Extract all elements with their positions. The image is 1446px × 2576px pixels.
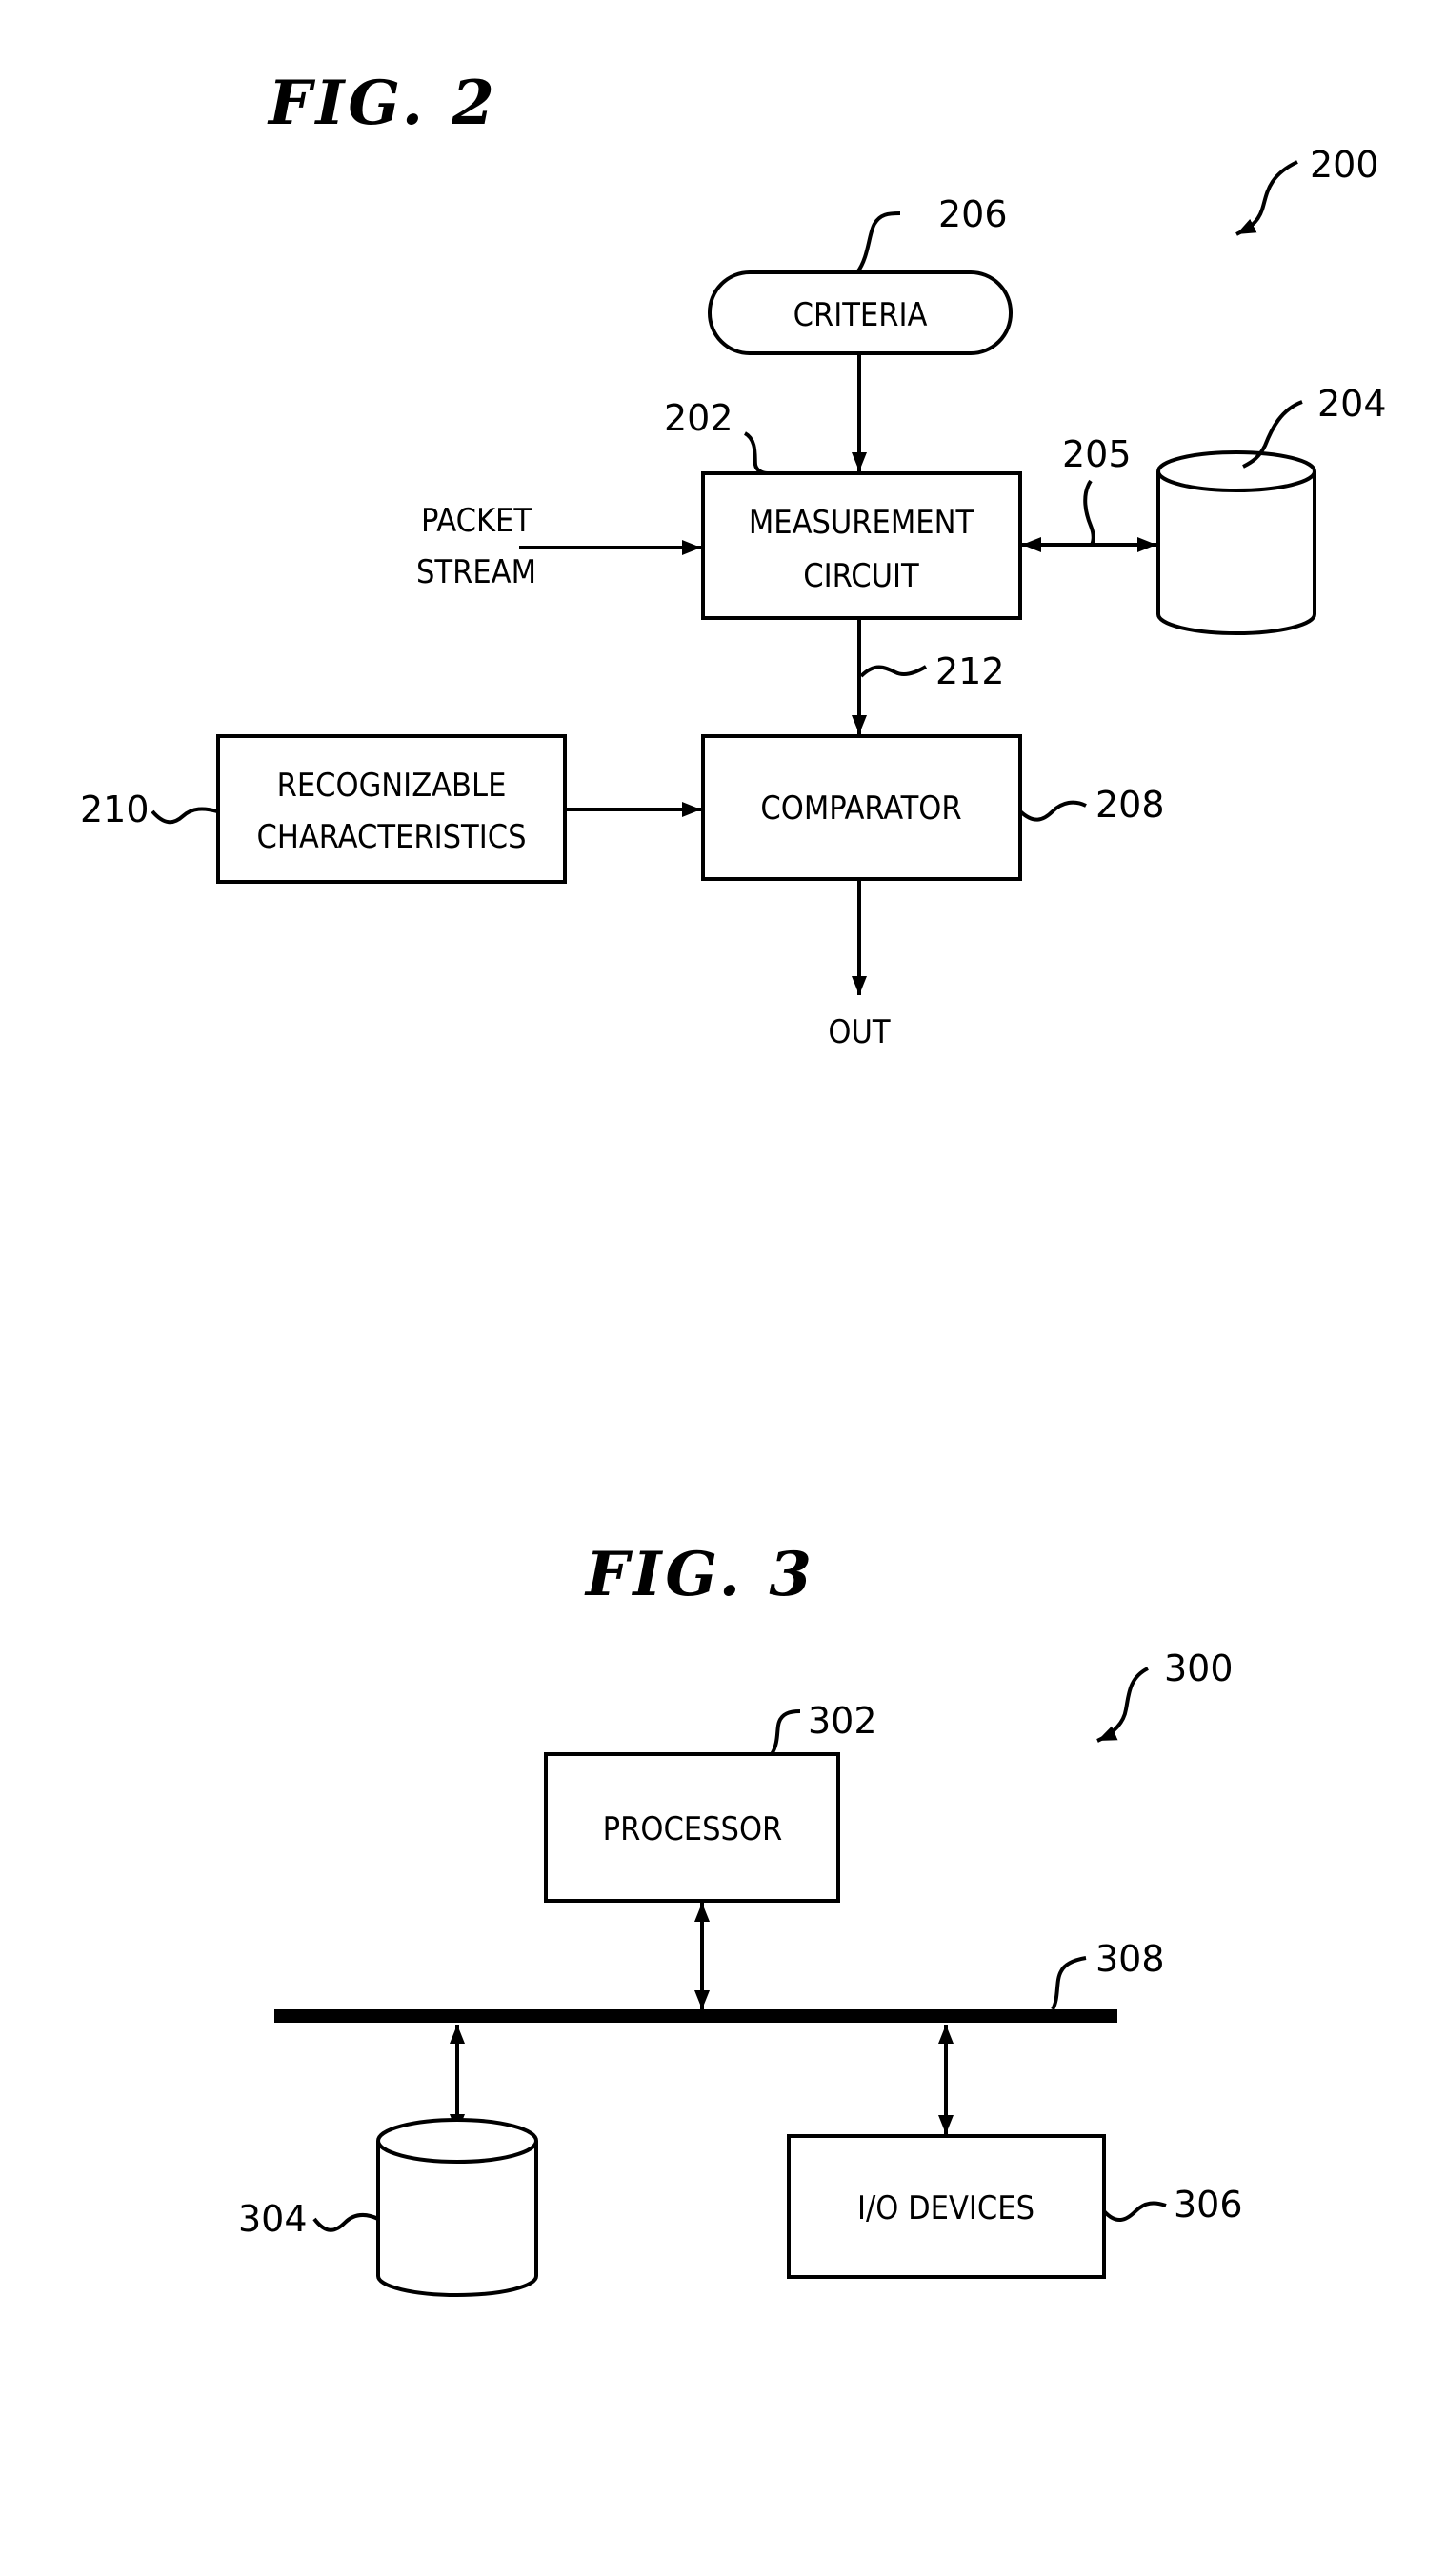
measurement-circuit-node [701, 471, 1022, 620]
packet-stream-line1: PACKET [421, 502, 532, 540]
comparator-ref-leader [1018, 800, 1087, 822]
measurement-ref-leader [743, 431, 769, 475]
figure-2-title: FIG. 2 [267, 68, 498, 139]
io-devices-ref-leader [1102, 2201, 1167, 2222]
recognizable-label-line1: RECOGNIZABLE [277, 767, 507, 805]
figure-3-title: FIG. 3 [584, 1539, 815, 1610]
processor-label: PROCESSOR [603, 1810, 783, 1848]
recognizable-ref-label: 210 [80, 789, 150, 830]
recognizable-label-line2: CHARACTERISTICS [256, 818, 526, 856]
link-212-ref-leader [859, 665, 928, 678]
figure-2: FIG. 2 200 CRITERIA 206 MEASUREMENT CIRC… [80, 68, 1387, 1051]
storage-304-ref-label: 304 [238, 2198, 308, 2240]
bus-ref-leader [1051, 1956, 1087, 2011]
bus-ref-label: 308 [1095, 1938, 1165, 1980]
storage-cylinder-304 [376, 2118, 538, 2297]
link-205-ref-label: 205 [1062, 433, 1132, 475]
measurement-ref-label: 202 [664, 397, 733, 439]
packet-stream-line2: STREAM [416, 553, 536, 591]
figure-3-reference-label: 300 [1164, 1647, 1234, 1689]
criteria-ref-leader [855, 211, 901, 274]
measurement-label-line1: MEASUREMENT [749, 504, 974, 542]
comparator-ref-label: 208 [1095, 784, 1165, 826]
figure-2-reference-label: 200 [1310, 144, 1379, 186]
storage-ref-label: 204 [1317, 383, 1387, 425]
figure-2-reference-leader [1235, 160, 1298, 236]
figure-3-reference-leader [1096, 1667, 1149, 1743]
figure-3: FIG. 3 300 PROCESSOR 302 308 304 I/O DEV… [238, 1539, 1243, 2297]
system-bus [274, 2009, 1117, 2023]
comparator-label: COMPARATOR [760, 789, 961, 828]
criteria-ref-label: 206 [938, 193, 1008, 235]
link-212-ref-label: 212 [935, 650, 1005, 692]
measurement-label-line2: CIRCUIT [803, 557, 919, 595]
io-devices-ref-label: 306 [1174, 2184, 1243, 2226]
storage-cylinder-204 [1156, 450, 1316, 635]
processor-ref-label: 302 [808, 1700, 877, 1742]
patent-drawing-sheet: FIG. 2 200 CRITERIA 206 MEASUREMENT CIRC… [80, 68, 1387, 2297]
recognizable-ref-leader [151, 807, 218, 825]
storage-304-ref-leader [312, 2212, 379, 2232]
out-label: OUT [828, 1013, 890, 1051]
processor-ref-leader [770, 1709, 801, 1756]
io-devices-label: I/O DEVICES [857, 2189, 1034, 2227]
link-205-ref-leader [1083, 479, 1095, 546]
recognizable-characteristics-node [216, 734, 567, 884]
criteria-label: CRITERIA [793, 296, 928, 334]
